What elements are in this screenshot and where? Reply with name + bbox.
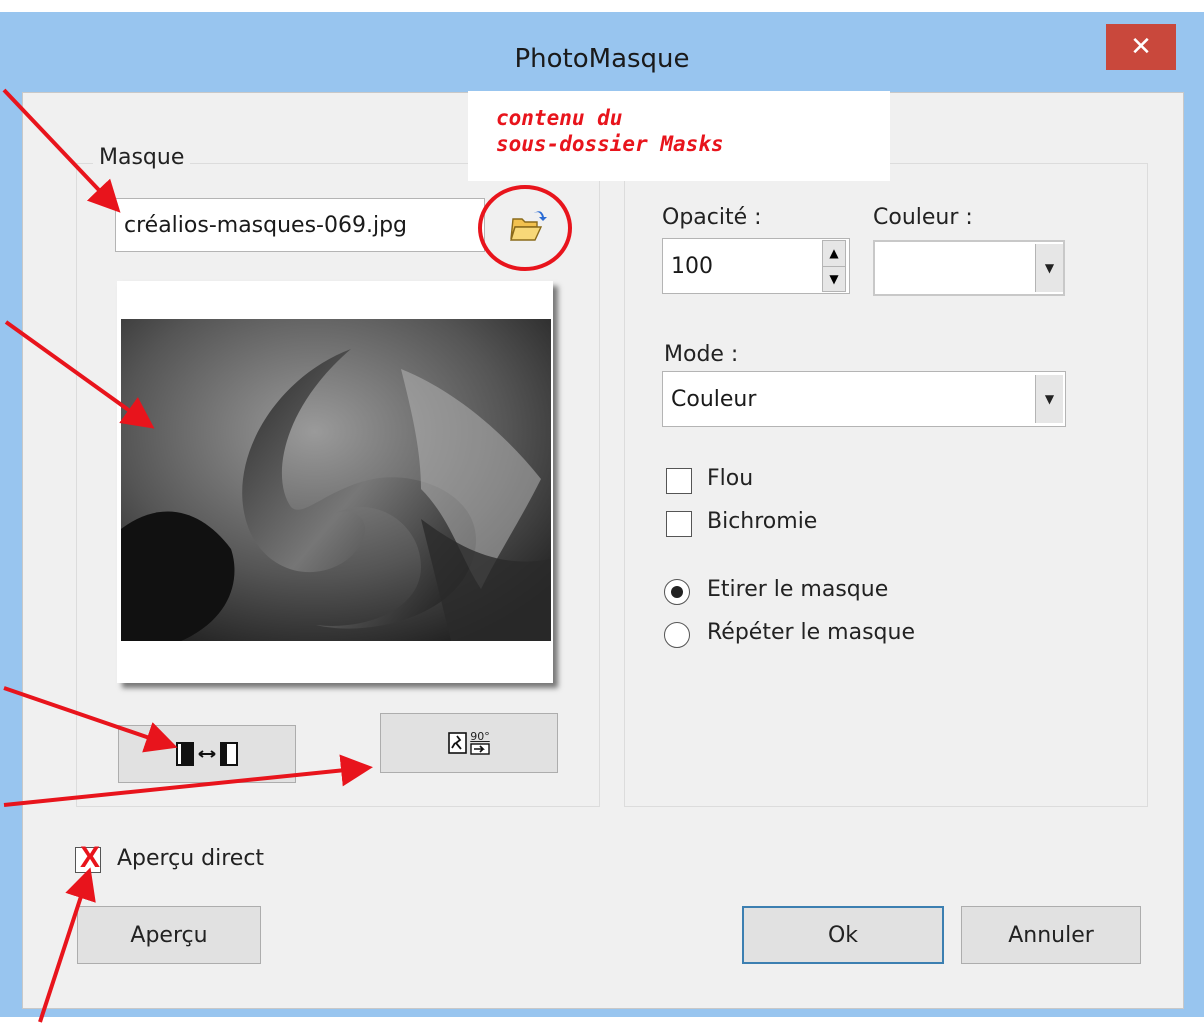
- stage: PhotoMasque ✕ Masque créalios-masques-06…: [0, 0, 1204, 1027]
- arrow-to-rotate-button: [3, 754, 373, 807]
- arrow-to-flip-button: [3, 686, 178, 753]
- open-folder-highlight-circle: [478, 185, 572, 271]
- arrow-to-live-preview: [38, 867, 96, 1023]
- arrow-to-filename: [2, 88, 121, 213]
- annotation-overlay: [2, 88, 572, 1023]
- arrow-to-preview: [4, 320, 155, 429]
